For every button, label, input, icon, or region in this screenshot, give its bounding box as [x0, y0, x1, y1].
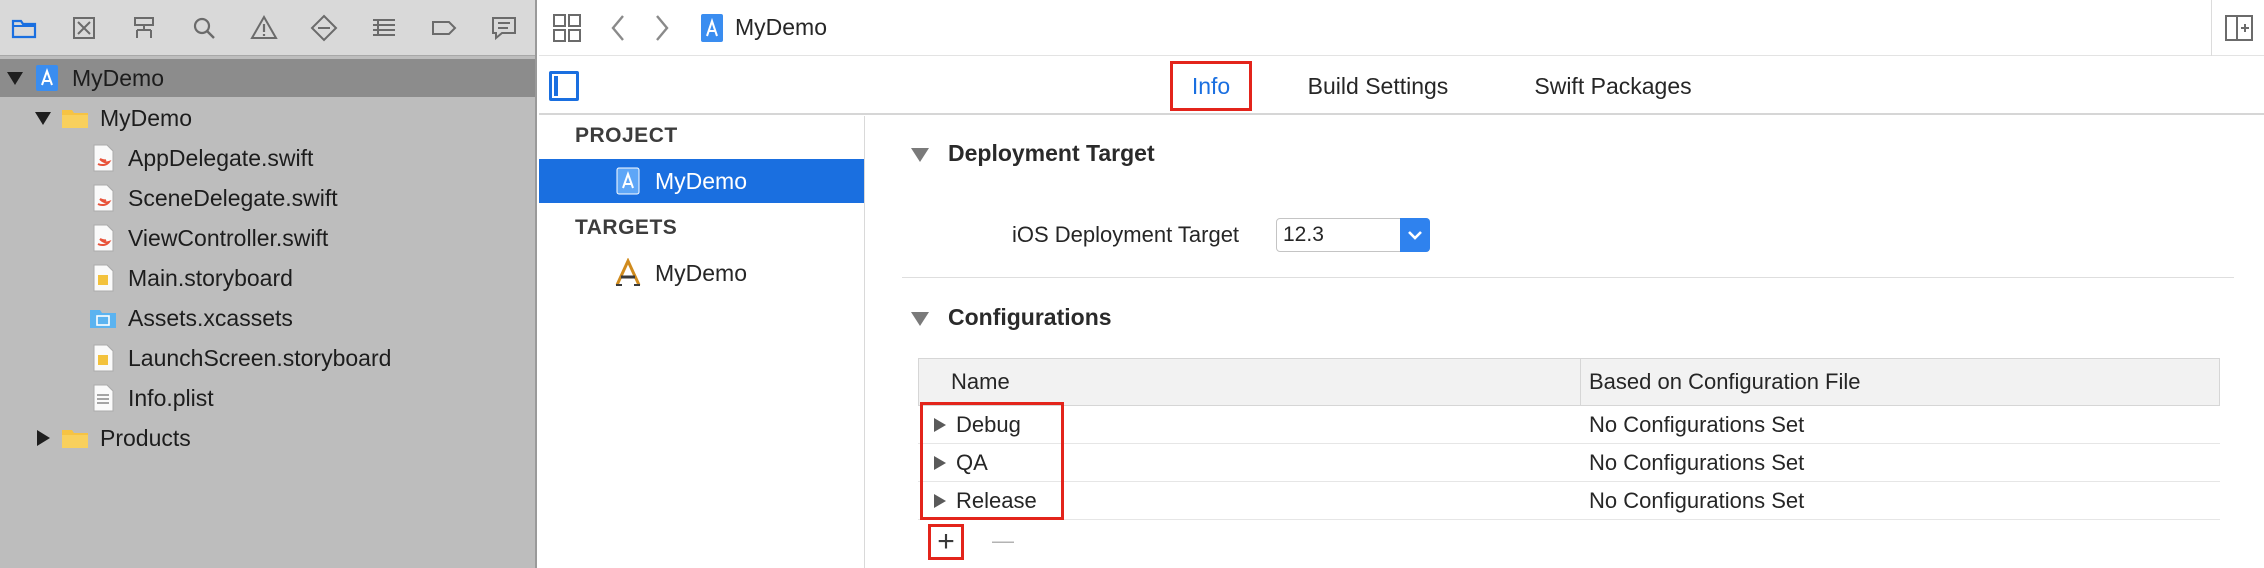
tab-info[interactable]: Info — [1170, 61, 1252, 111]
related-items-grid-icon[interactable] — [551, 12, 583, 44]
tree-item-infoplist[interactable]: Info.plist — [88, 378, 214, 418]
back-chevron-icon[interactable] — [605, 12, 631, 44]
xcode-project-icon — [697, 12, 727, 44]
debug-list-icon[interactable] — [366, 10, 402, 46]
deployment-target-value: 12.3 — [1283, 223, 1324, 246]
disclosure-collapsed-icon[interactable] — [32, 427, 54, 449]
target-item-mydemo[interactable]: MyDemo — [539, 251, 864, 295]
swift-file-icon — [88, 223, 118, 253]
tree-item-products[interactable]: Products — [32, 418, 191, 458]
source-control-icon[interactable] — [66, 10, 102, 46]
tree-item-launchscreen[interactable]: LaunchScreen.storyboard — [88, 338, 391, 378]
project-navigator: MyDemo MyDemo AppDelegate.swift SceneDel… — [0, 0, 537, 568]
group-divider — [902, 277, 2234, 278]
table-row[interactable]: QA No Configurations Set — [918, 444, 2220, 482]
xcode-project-icon — [613, 166, 643, 196]
configurations-group[interactable]: Configurations — [910, 304, 1112, 331]
tree-item-scenedelegate[interactable]: SceneDelegate.swift — [88, 178, 338, 218]
deployment-target-label: iOS Deployment Target — [1012, 222, 1240, 247]
tree-item-label: Info.plist — [128, 384, 214, 411]
project-section-header: PROJECT — [575, 124, 678, 147]
column-header-based-on[interactable]: Based on Configuration File — [1581, 358, 2220, 406]
tab-build-settings[interactable]: Build Settings — [1293, 61, 1463, 111]
swift-file-icon — [88, 183, 118, 213]
report-bubble-icon[interactable] — [486, 10, 522, 46]
tree-item-label: SceneDelegate.swift — [128, 184, 338, 211]
config-based-on: No Configurations Set — [1589, 487, 1805, 513]
targets-section-header: TARGETS — [575, 216, 678, 239]
asset-catalog-icon — [88, 303, 118, 333]
xcode-project-icon — [32, 63, 62, 93]
tree-item-label: AppDelegate.swift — [128, 144, 314, 171]
table-row[interactable]: Debug No Configurations Set — [918, 406, 2220, 444]
tree-item-main-storyboard[interactable]: Main.storyboard — [88, 258, 293, 298]
storyboard-file-icon — [88, 263, 118, 293]
tree-item-label: MyDemo — [100, 104, 193, 131]
symbol-navigator-icon[interactable] — [126, 10, 162, 46]
disclosure-expanded-icon[interactable] — [4, 67, 26, 89]
issue-warning-icon[interactable] — [246, 10, 282, 46]
project-item-label: MyDemo — [655, 167, 748, 194]
add-configuration-button[interactable]: + — [928, 524, 964, 560]
configurations-highlight-box — [920, 402, 1064, 520]
disclosure-expanded-icon[interactable] — [910, 144, 930, 164]
app-target-icon — [613, 258, 643, 288]
toolbar-divider — [2211, 0, 2212, 56]
folder-icon[interactable] — [6, 10, 42, 46]
tree-item-label: ViewController.swift — [128, 224, 329, 251]
deployment-group-title: Deployment Target — [948, 140, 1155, 166]
breadcrumb-title[interactable]: MyDemo — [735, 14, 827, 41]
disclosure-expanded-icon[interactable] — [910, 308, 930, 328]
project-item-mydemo[interactable]: MyDemo — [539, 159, 864, 203]
tree-item-viewcontroller[interactable]: ViewController.swift — [88, 218, 328, 258]
settings-pane: Deployment Target iOS Deployment Target … — [866, 116, 2264, 568]
table-row[interactable]: Release No Configurations Set — [918, 482, 2220, 520]
storyboard-file-icon — [88, 343, 118, 373]
yellow-folder-icon — [60, 423, 90, 453]
yellow-folder-icon — [60, 103, 90, 133]
project-target-list: PROJECT MyDemo TARGETS MyDemo — [539, 116, 865, 568]
navigator-toolbar — [0, 0, 535, 56]
config-based-on: No Configurations Set — [1589, 411, 1805, 437]
project-editor-tabbar: Info Build Settings Swift Packages — [539, 57, 2264, 115]
tree-item-group-mydemo[interactable]: MyDemo — [32, 98, 192, 138]
tree-item-assets[interactable]: Assets.xcassets — [88, 298, 293, 338]
editor-jump-bar: MyDemo — [539, 0, 2264, 56]
toggle-sidebar-icon[interactable] — [549, 71, 579, 101]
deployment-target-select[interactable]: 12.3 — [1276, 218, 1430, 252]
swift-file-icon — [88, 143, 118, 173]
tree-item-label: MyDemo — [72, 64, 165, 91]
tree-item-label: Assets.xcassets — [128, 304, 293, 331]
find-icon[interactable] — [186, 10, 222, 46]
add-editor-split-icon[interactable] — [2223, 12, 2255, 44]
tab-swift-packages[interactable]: Swift Packages — [1523, 61, 1703, 111]
column-header-name[interactable]: Name — [918, 358, 1581, 406]
deployment-target-group[interactable]: Deployment Target — [910, 140, 1155, 167]
tree-item-appdelegate[interactable]: AppDelegate.swift — [88, 138, 313, 178]
remove-configuration-button[interactable]: — — [988, 526, 1018, 556]
forward-chevron-icon[interactable] — [649, 12, 675, 44]
configurations-group-title: Configurations — [948, 304, 1112, 330]
tree-item-label: LaunchScreen.storyboard — [128, 344, 392, 371]
test-diamond-icon[interactable] — [306, 10, 342, 46]
tree-item-label: Main.storyboard — [128, 264, 293, 291]
config-based-on: No Configurations Set — [1589, 449, 1805, 475]
chevron-down-icon[interactable] — [1400, 218, 1430, 252]
disclosure-expanded-icon[interactable] — [32, 107, 54, 129]
tree-item-project-mydemo[interactable]: MyDemo — [4, 58, 164, 98]
plist-file-icon — [88, 383, 118, 413]
breakpoint-tag-icon[interactable] — [426, 10, 462, 46]
tree-item-label: Products — [100, 424, 191, 451]
target-item-label: MyDemo — [655, 259, 748, 286]
